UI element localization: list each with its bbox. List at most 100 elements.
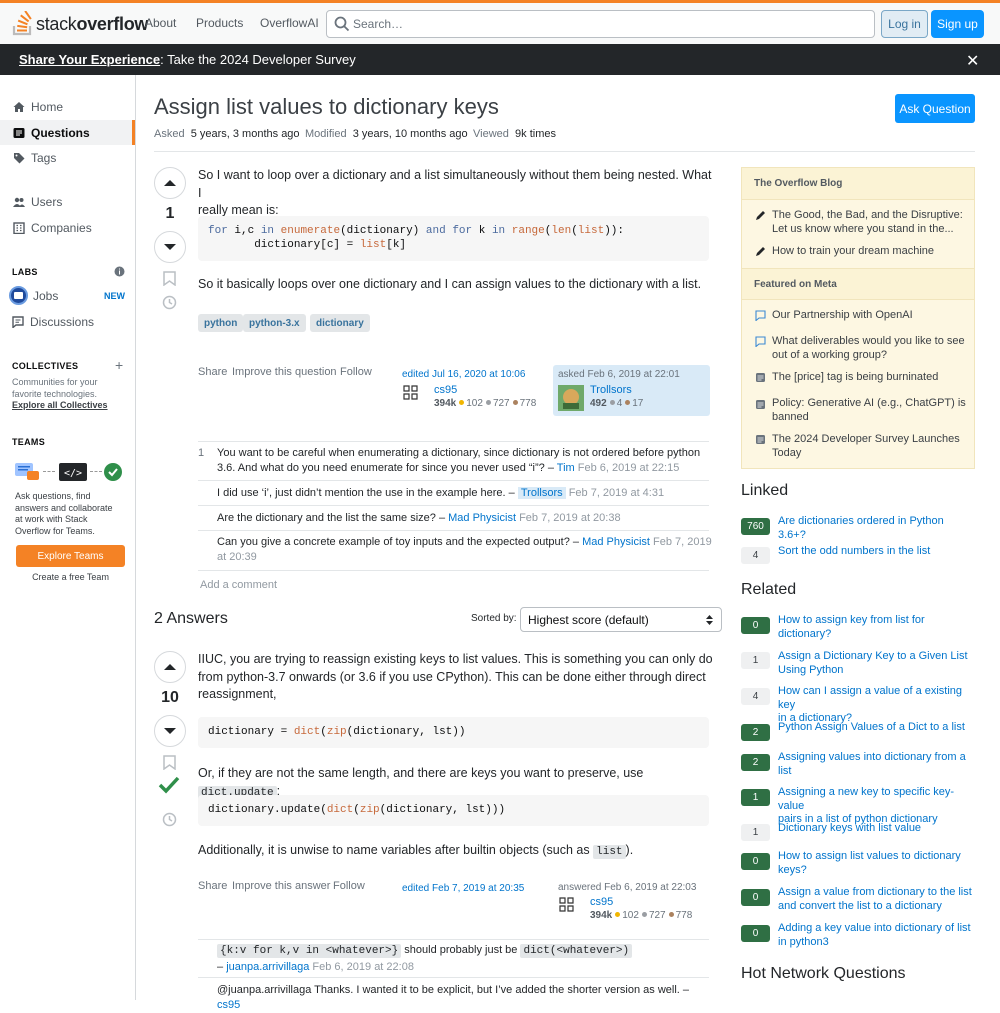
comment-user[interactable]: cs95 [217,999,240,1011]
nav-overflowai[interactable]: OverflowAI [260,16,319,30]
meta-item-line: What deliverables would you like to see [772,335,965,347]
related-question-link[interactable]: Adding a key value into dictionary of li… [778,922,974,949]
comment-user[interactable]: Tim [557,462,575,474]
upvote-button[interactable] [154,167,186,199]
sidebar-item-home[interactable]: Home [0,94,135,119]
comment-date[interactable]: at 20:39 [217,550,712,565]
tag-python[interactable]: python [198,314,244,332]
pencil-icon [756,247,765,256]
related-question-link[interactable]: How can I assign a value of a existing k… [778,685,974,726]
code-token: (dictionary, lst))) [379,804,506,816]
edited-link[interactable]: edited Jul 16, 2020 at 10:06 [402,369,525,380]
sidebar-item-companies[interactable]: Companies [0,215,135,240]
related-question-link[interactable]: Python Assign Values of a Dict to a list [778,721,974,735]
blog-item[interactable]: How to train your dream machine [772,245,972,259]
comment-score: 1 [198,447,205,459]
history-icon[interactable] [162,812,177,827]
body-line: IIUC, you are trying to reassign existin… [198,652,713,666]
answer-code-block-2: dictionary.update(dict(zip(dictionary, l… [198,795,709,826]
ask-question-button[interactable]: Ask Question [895,94,975,123]
top-bar: stackoverflow About Products OverflowAI … [0,0,1000,44]
add-comment-link[interactable]: Add a comment [200,578,277,593]
nav-about[interactable]: About [145,16,176,30]
edited-link[interactable]: edited Feb 7, 2019 at 20:35 [402,883,524,894]
plus-icon[interactable]: + [115,357,123,373]
linked-question-link[interactable]: Are dictionaries ordered in Python 3.6+? [778,515,974,542]
create-team-link[interactable]: Create a free Team [16,572,125,582]
body-line: from python-3.7 onwards (or 3.6 if you u… [198,669,706,684]
bronze-count: 17 [632,398,644,409]
follow-link[interactable]: Follow [340,366,372,378]
body-text: Or, if they are not the same length, and… [198,766,644,780]
sidebar-item-tags[interactable]: Tags [0,145,135,170]
sidebar-item-discussions[interactable]: Discussions [0,309,135,334]
bookmark-icon[interactable] [163,271,176,286]
meta-value[interactable]: 3 years, 10 months ago [353,128,468,140]
banner-text: Share Your Experience: Take the 2024 Dev… [19,52,356,67]
info-icon[interactable] [114,266,125,277]
comment-date[interactable]: Feb 6, 2019 at 22:15 [578,462,680,474]
tag-python-3x[interactable]: python-3.x [243,314,306,332]
history-icon[interactable] [162,295,177,310]
close-icon[interactable]: ✕ [966,51,979,71]
meta-item[interactable]: The 2024 Developer Survey Launches Today [772,433,972,460]
question-title[interactable]: Assign list values to dictionary keys [154,94,499,120]
related-question-link[interactable]: How to assign list values to dictionary k… [778,850,974,877]
comment-date[interactable]: Feb 6, 2019 at 22:08 [312,961,414,973]
editor-name[interactable]: cs95 [434,384,457,396]
related-question-link[interactable]: Assign a Dictionary Key to a Given List U… [778,650,974,677]
tag-dictionary[interactable]: dictionary [310,314,370,332]
nav-products[interactable]: Products [196,16,243,30]
code-token: k [472,225,492,237]
bookmark-icon[interactable] [163,755,176,770]
comment-date[interactable]: Feb 7, 2019 at 20:38 [519,512,621,524]
downvote-button[interactable] [154,715,186,747]
related-question-link[interactable]: Assigning values into dictionary from al… [778,751,974,778]
improve-answer-link[interactable]: Improve this answer [232,880,330,892]
sidebar-item-label: Discussions [30,314,95,329]
upvote-button[interactable] [154,651,186,683]
sidebar-item-jobs[interactable]: Jobs NEW [0,283,135,308]
linked-question-link[interactable]: Sort the odd numbers in the list [778,545,974,559]
follow-link[interactable]: Follow [333,880,365,892]
explore-teams-button[interactable]: Explore Teams [16,545,125,567]
meta-item[interactable]: Our Partnership with OpenAI [772,309,972,323]
login-button[interactable]: Log in [881,10,928,38]
blog-widget: The Overflow Blog The Good, the Bad, and… [741,167,975,469]
meta-item[interactable]: Policy: Generative AI (e.g., ChatGPT) is… [772,397,972,424]
comment-date[interactable]: Feb 7, 2019 at 4:31 [569,487,664,499]
signup-button[interactable]: Sign up [931,10,984,38]
blog-item[interactable]: The Good, the Bad, and the Disruptive: Le… [772,209,972,236]
asker-name[interactable]: Trollsors [590,384,632,396]
downvote-button[interactable] [154,231,186,263]
search-input[interactable] [353,15,853,33]
banner-link[interactable]: Share Your Experience [19,52,160,67]
improve-question-link[interactable]: Improve this question [232,366,337,378]
search-box[interactable] [326,10,875,38]
related-question-link[interactable]: How to assign key from list for dictionar… [778,614,974,641]
avatar[interactable] [402,384,419,401]
stackoverflow-logo[interactable]: stackoverflow [12,11,148,37]
meta-item[interactable]: What deliverables would you like to see o… [772,335,972,362]
comment-date[interactable]: Feb 7, 2019 [653,536,712,548]
share-link[interactable]: Share [198,366,227,378]
editor-signature: edited Jul 16, 2020 at 10:06 cs95 394k 10… [402,369,547,409]
teams-description: Ask questions, find answers and collabor… [15,491,113,537]
comment-user[interactable]: juanpa.arrivillaga [226,961,309,973]
avatar[interactable] [558,385,584,411]
meta-item[interactable]: The [price] tag is being burninated [772,371,972,385]
code-token: range [511,225,545,237]
sort-select[interactable]: Highest score (default) [520,607,722,632]
related-question-link[interactable]: Assign a value from dictionary to the li… [778,886,974,913]
explore-collectives-link[interactable]: Explore all Collectives [12,400,108,410]
share-link[interactable]: Share [198,880,227,892]
avatar[interactable] [558,896,575,913]
comment-user[interactable]: Trollsors [517,487,566,499]
related-question-link[interactable]: Dictionary keys with list value [778,822,974,836]
comment-user[interactable]: Mad Physicist [448,512,516,524]
related-question-link[interactable]: Assigning a new key to specific key-valu… [778,786,974,827]
answerer-name[interactable]: cs95 [590,896,613,908]
comment-user[interactable]: Mad Physicist [582,536,650,548]
sidebar-item-users[interactable]: Users [0,189,135,214]
sidebar-item-questions[interactable]: Questions [0,120,135,145]
